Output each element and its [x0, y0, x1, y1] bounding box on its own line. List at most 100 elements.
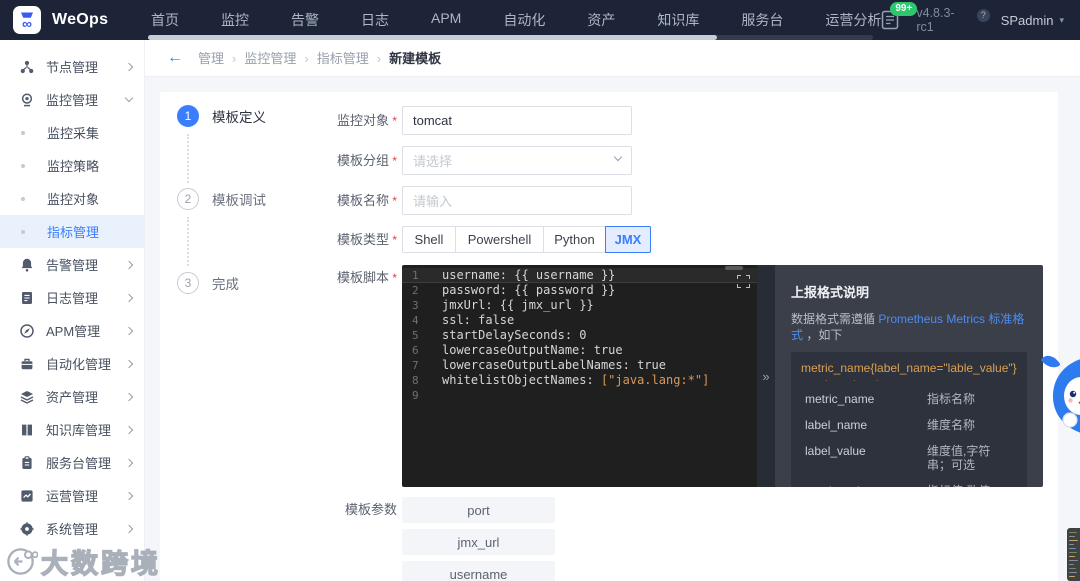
line-number: 7 — [412, 359, 419, 372]
line-number: 2 — [412, 284, 419, 297]
breadcrumb-current: 新建模板 — [389, 51, 442, 66]
nav-item-3[interactable]: 告警 — [291, 10, 319, 30]
bullet-icon — [21, 130, 25, 135]
sidebar-item-2[interactable]: 监控管理 — [0, 83, 144, 116]
field-key: label_value — [805, 444, 866, 458]
weops-logo-icon[interactable]: ∞ — [13, 6, 41, 34]
apm-icon — [20, 323, 34, 338]
minimap-line — [1069, 559, 1078, 562]
nav-horizontal-scrollbar[interactable] — [148, 35, 873, 40]
template-name-input[interactable]: 请输入 — [402, 186, 632, 215]
sidebar-item-3[interactable]: 监控采集 — [0, 116, 144, 149]
chevron-right-icon — [124, 458, 134, 467]
template-script-block: 1 username: {{ username }} 2 password: {{ p… — [402, 265, 1043, 487]
back-button[interactable]: ← — [167, 50, 183, 66]
sidebar-item-1[interactable]: 节点管理 — [0, 50, 144, 83]
breadcrumb-separator: › — [232, 51, 237, 66]
sidebar-item-15[interactable]: 系统管理 — [0, 512, 144, 545]
code-text: username: {{ username }} — [442, 268, 616, 282]
sidebar-item-13[interactable]: 服务台管理 — [0, 446, 144, 479]
servicedesk-icon — [20, 455, 34, 470]
sidebar-item-4[interactable]: 监控策略 — [0, 149, 144, 182]
code-line-3: 3 jmxUrl: {{ jmx_url }} — [402, 298, 757, 313]
template-type-powershell[interactable]: Powershell — [455, 226, 544, 253]
username: SPadmin — [1000, 12, 1054, 28]
code-text: lowercaseOutputName: true — [442, 343, 623, 357]
sidebar-item-14[interactable]: 运营管理 — [0, 479, 144, 512]
breadcrumb-items: 管理 › 监控管理 › 指标管理 › 新建模板 — [198, 48, 441, 68]
brand[interactable]: ∞ WeOps — [0, 6, 148, 34]
template-type-shell[interactable]: Shell — [402, 226, 456, 253]
sidebar-item-10[interactable]: 自动化管理 — [0, 347, 144, 380]
fullscreen-icon[interactable] — [737, 275, 750, 288]
field-description: 维度名称 — [927, 418, 976, 432]
sidebar-item-5[interactable]: 监控对象 — [0, 182, 144, 215]
template-name-placeholder: 请输入 — [413, 194, 453, 209]
nav-item-4[interactable]: 日志 — [361, 10, 389, 30]
sidebar-item-label: 监控策略 — [47, 159, 100, 174]
nav-right: 99+ v4.8.3-rc1 ? SPadmin ▾ — [881, 2, 1080, 34]
nav-item-1[interactable]: 首页 — [151, 10, 179, 30]
breadcrumb-link-3[interactable]: 指标管理 — [317, 51, 369, 66]
sidebar-item-label: 监控管理 — [46, 93, 99, 108]
template-script-editor[interactable]: 1 username: {{ username }} 2 password: {{ p… — [402, 265, 757, 487]
sidebar-item-7[interactable]: 告警管理 — [0, 248, 144, 281]
sidebar-item-6[interactable]: 指标管理 — [0, 215, 144, 248]
nav-item-5[interactable]: APM — [431, 10, 461, 30]
nav-item-7[interactable]: 资产 — [587, 10, 615, 30]
template-name-label: 模板名称 — [160, 186, 397, 216]
breadcrumb-link-2[interactable]: 监控管理 — [244, 51, 296, 66]
sidebar-item-8[interactable]: 日志管理 — [0, 281, 144, 314]
nodes-icon — [20, 60, 34, 74]
minimap-line — [1069, 575, 1075, 578]
template-group-label: 模板分组 — [160, 146, 397, 176]
template-group-placeholder: 请选择 — [413, 154, 453, 169]
system-icon — [20, 521, 34, 536]
template-params-label: 模板参数 — [344, 502, 397, 517]
svg-text:∞: ∞ — [22, 16, 32, 32]
template-group-select[interactable]: 请选择 — [402, 146, 632, 175]
sidebar-item-label: 系统管理 — [46, 522, 99, 537]
sidebar-item-12[interactable]: 知识库管理 — [0, 413, 144, 446]
sidebar-item-label: 监控对象 — [47, 192, 100, 207]
assistant-mascot[interactable] — [1040, 352, 1080, 444]
minimap-line — [1069, 567, 1076, 570]
monitor-object-input[interactable]: tomcat — [402, 106, 632, 135]
chevron-right-icon — [124, 359, 134, 368]
param-chip-username: username — [402, 561, 555, 581]
editor-scrollbar-thumb[interactable] — [725, 266, 743, 270]
field-key: label_name — [805, 418, 868, 432]
sidebar-item-9[interactable]: APM管理 — [0, 314, 144, 347]
nav-item-10[interactable]: 运营分析 — [825, 10, 881, 30]
version-label: v4.8.3-rc1 — [916, 6, 955, 34]
wizard-card: 1模板定义2模板调试3完成 监控对象 tomcat 模板分组 请选择 模板名称 … — [160, 92, 1058, 581]
breadcrumb: ← 管理 › 监控管理 › 指标管理 › 新建模板 — [145, 40, 1080, 77]
minimap-widget[interactable] — [1067, 528, 1080, 581]
help-icon[interactable]: ? — [976, 8, 990, 22]
help-desc-suffix: ，如下 — [803, 328, 843, 342]
field-description: 指标值,数值； — [927, 484, 1002, 487]
help-description: 数据格式需遵循 Prometheus Metrics 标准格式 ，如下 — [791, 311, 1027, 343]
chevron-down-icon: ▾ — [1059, 14, 1064, 25]
sidebar-item-label: 告警管理 — [46, 258, 99, 273]
nav-item-9[interactable]: 服务台 — [741, 10, 783, 30]
chevron-right-icon — [124, 62, 134, 71]
chevron-right-icon — [124, 260, 134, 269]
operation-icon — [20, 489, 34, 503]
nav-item-2[interactable]: 监控 — [221, 10, 249, 30]
minimap-line — [1069, 563, 1074, 566]
nav-item-8[interactable]: 知识库 — [657, 10, 699, 30]
sidebar-item-11[interactable]: 资产管理 — [0, 380, 144, 413]
breadcrumb-link-1[interactable]: 管理 — [198, 51, 224, 66]
collapse-help-panel-button[interactable]: » — [757, 265, 775, 487]
minimap-line — [1069, 535, 1075, 538]
changelog-icon[interactable]: 99+ — [881, 2, 918, 30]
line-number: 9 — [412, 389, 419, 402]
template-type-python[interactable]: Python — [543, 226, 606, 253]
user-menu[interactable]: SPadmin ▾ — [1001, 13, 1064, 28]
nav-item-6[interactable]: 自动化 — [503, 10, 545, 30]
template-type-jmx[interactable]: JMX — [605, 226, 651, 253]
scrollbar-thumb[interactable] — [148, 35, 717, 40]
asset-icon — [20, 390, 34, 404]
minimap-line — [1069, 532, 1077, 534]
